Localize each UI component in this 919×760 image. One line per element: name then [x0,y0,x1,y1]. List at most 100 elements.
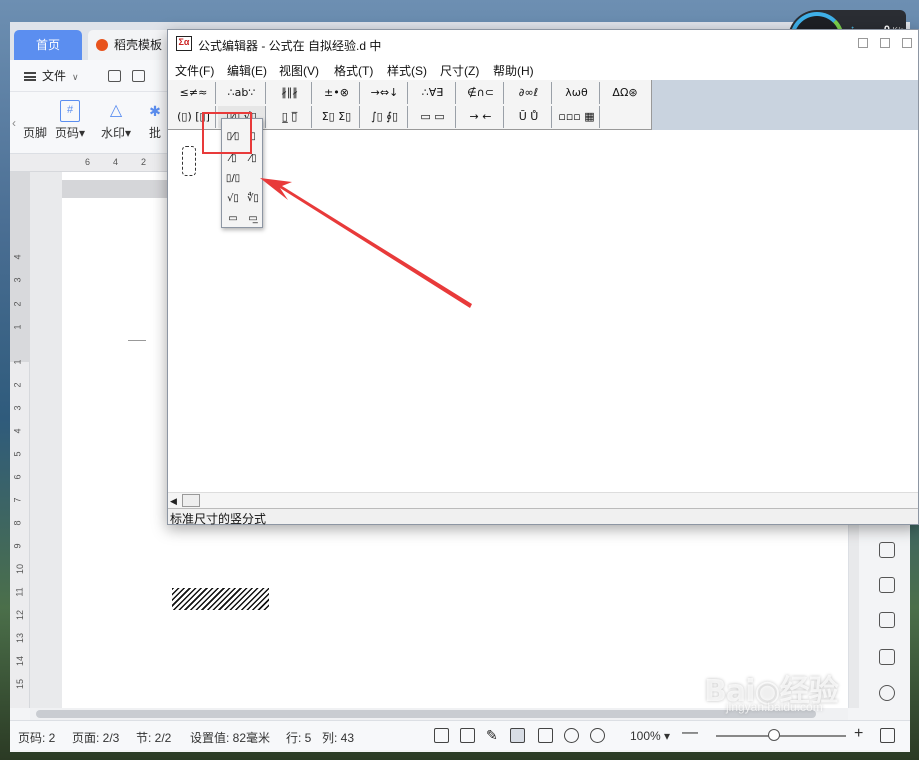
menu-view[interactable]: 视图(V) [279,62,319,79]
menu-size[interactable]: 尺寸(Z) [440,62,479,79]
status-pages[interactable]: 页面: 2/3 [72,729,119,746]
summation-templates-button[interactable]: Σ▯ Σ▯ [314,106,360,128]
margin-marker [128,340,146,341]
tab-home[interactable]: 首页 [14,30,82,60]
comment-label: 批 [148,126,161,140]
equation-status-bar: 标准尺寸的竖分式 [168,508,918,526]
web-view-icon[interactable] [564,728,579,743]
read-mode-icon[interactable] [460,728,475,743]
fullscreen-icon[interactable] [434,728,449,743]
labeled-arrow-templates-button[interactable]: → ← [458,106,504,128]
equation-app-icon: Σα [176,36,192,51]
matrix-templates-button[interactable]: ▫▫▫ ▦ [554,106,600,128]
ruler-number: 3 [12,277,23,283]
watermark-url: jingyan.baidu.com [726,700,823,714]
tab-template-label: 稻壳模板 [114,38,163,52]
product-templates-button[interactable]: Ū Ů [506,106,552,128]
file-menu-button[interactable]: 文件 ∨ [24,67,79,85]
zoom-level[interactable]: 100% ▾ [630,729,670,743]
archive-icon[interactable] [879,612,895,628]
long-division-template[interactable]: ▭ [224,211,242,227]
footer-button[interactable]: 页脚 [20,100,50,150]
status-page-code[interactable]: 页码: 2 [18,729,55,746]
window-controls [858,36,916,52]
menu-file[interactable]: 文件(F) [175,62,214,79]
equation-status-text: 标准尺寸的竖分式 [170,512,267,526]
integral-templates-button[interactable]: ∫▯ ∮▯ [362,106,408,128]
watermark-label: 水印▾ [100,126,132,140]
scroll-left-icon[interactable]: ◀ [170,495,182,507]
logic-symbols-button[interactable]: ∴∀∃ [410,82,456,104]
formula-object-placeholder[interactable] [172,588,269,610]
equation-input-slot[interactable] [182,146,196,176]
ruler-number: 5 [12,451,23,457]
operator-symbols-button[interactable]: ±•⊗ [314,82,360,104]
greek-uppercase-button[interactable]: ΔΩ⊛ [602,82,648,104]
baidu-jingyan-watermark: Bai◉经验 jingyan.baidu.com [700,660,919,740]
save-icon[interactable] [132,70,145,82]
equation-toolbar: ≤≠≈ ∴ab∵ ∦∥∦ ±•⊗ →⇔↓ ∴∀∃ ∉∩⊂ ∂∞ℓ λωθ ΔΩ⊛… [168,80,918,130]
relation-symbols-button[interactable]: ≤≠≈ [172,82,216,104]
ruler-number: 4 [12,428,23,434]
misc-symbols-button[interactable]: ∂∞ℓ [506,82,552,104]
menu-format[interactable]: 格式(T) [334,62,373,79]
edit-icon[interactable] [879,542,895,558]
zoom-out-icon[interactable]: — [682,724,698,742]
comment-button[interactable]: ✱ 批 [142,100,168,150]
ruler-number: 2 [12,301,23,307]
set-theory-button[interactable]: ∉∩⊂ [458,82,504,104]
horizontal-scrollbar-thumb[interactable] [36,710,816,718]
greek-lowercase-button[interactable]: λωθ [554,82,600,104]
page-number-label: 页码▾ [54,126,86,140]
ruler-number: 10 [15,563,26,575]
ruler-number: 1 [12,359,23,365]
annotation-arrow-shape [260,178,472,308]
close-icon[interactable] [902,38,912,48]
open-folder-icon[interactable] [108,70,121,82]
ruler-number: 6 [12,474,23,480]
ruler-number: 14 [15,655,26,667]
ruler-number: 1 [12,324,23,330]
spaces-ellipses-button[interactable]: ∴ab∵ [218,82,266,104]
horizontal-slash-fraction-template[interactable]: ▯/▯ [224,171,242,187]
status-row[interactable]: 行: 5 [286,729,311,746]
arrow-symbols-button[interactable]: →⇔↓ [362,82,408,104]
vertical-ruler[interactable]: 4 3 2 1 1 2 3 4 5 6 7 8 9 10 11 12 13 14… [10,172,30,708]
footer-label: 页脚 [22,126,47,140]
annotation-highlight-box [202,112,252,154]
pen-icon[interactable]: ✎ [486,728,501,743]
translate-icon[interactable] [879,577,895,593]
file-menu-label: 文件 [42,69,67,83]
equation-editor-titlebar[interactable]: Σα 公式编辑器 - 公式在 自拟经验.d 中 [168,30,918,58]
minimize-icon[interactable] [858,38,868,48]
ruler-number: 15 [15,678,26,690]
chevron-down-icon: ∨ [72,72,79,82]
ruler-number: 9 [12,543,23,549]
watermark-button[interactable]: △ 水印▾ [96,100,136,150]
page-number-button[interactable]: # 页码▾ [52,100,88,150]
comment-icon: ✱ [149,103,161,119]
maximize-icon[interactable] [880,38,890,48]
equation-menu-bar: 文件(F) 编辑(E) 视图(V) 格式(T) 样式(S) 尺寸(Z) 帮助(H… [168,58,918,80]
eye-protect-icon[interactable] [590,728,605,743]
docer-logo-icon [96,39,108,51]
status-col[interactable]: 列: 43 [322,729,354,746]
outline-view-icon[interactable] [538,728,553,743]
embellishments-button[interactable]: ∦∥∦ [268,82,312,104]
ruler-number: 4 [12,254,23,260]
hamburger-icon [24,72,36,82]
ruler-number: 12 [15,609,26,621]
square-root-template[interactable]: √▯ [224,191,242,207]
equation-scrollbar-thumb[interactable] [182,494,200,507]
menu-style[interactable]: 样式(S) [387,62,427,79]
status-setting[interactable]: 设置值: 82毫米 [190,729,270,746]
ribbon-scroll-left-icon[interactable]: ‹ [12,116,20,130]
underbar-templates-button[interactable]: ▭ ▭ [410,106,456,128]
menu-help[interactable]: 帮助(H) [493,62,534,79]
ruler-number: 8 [12,520,23,526]
status-section[interactable]: 节: 2/2 [136,729,171,746]
subscript-templates-button[interactable]: ▯̲ ▯̅ [268,106,312,128]
equation-horizontal-scrollbar[interactable]: ◀ [168,492,918,508]
menu-edit[interactable]: 编辑(E) [227,62,267,79]
page-view-icon[interactable] [510,728,525,743]
